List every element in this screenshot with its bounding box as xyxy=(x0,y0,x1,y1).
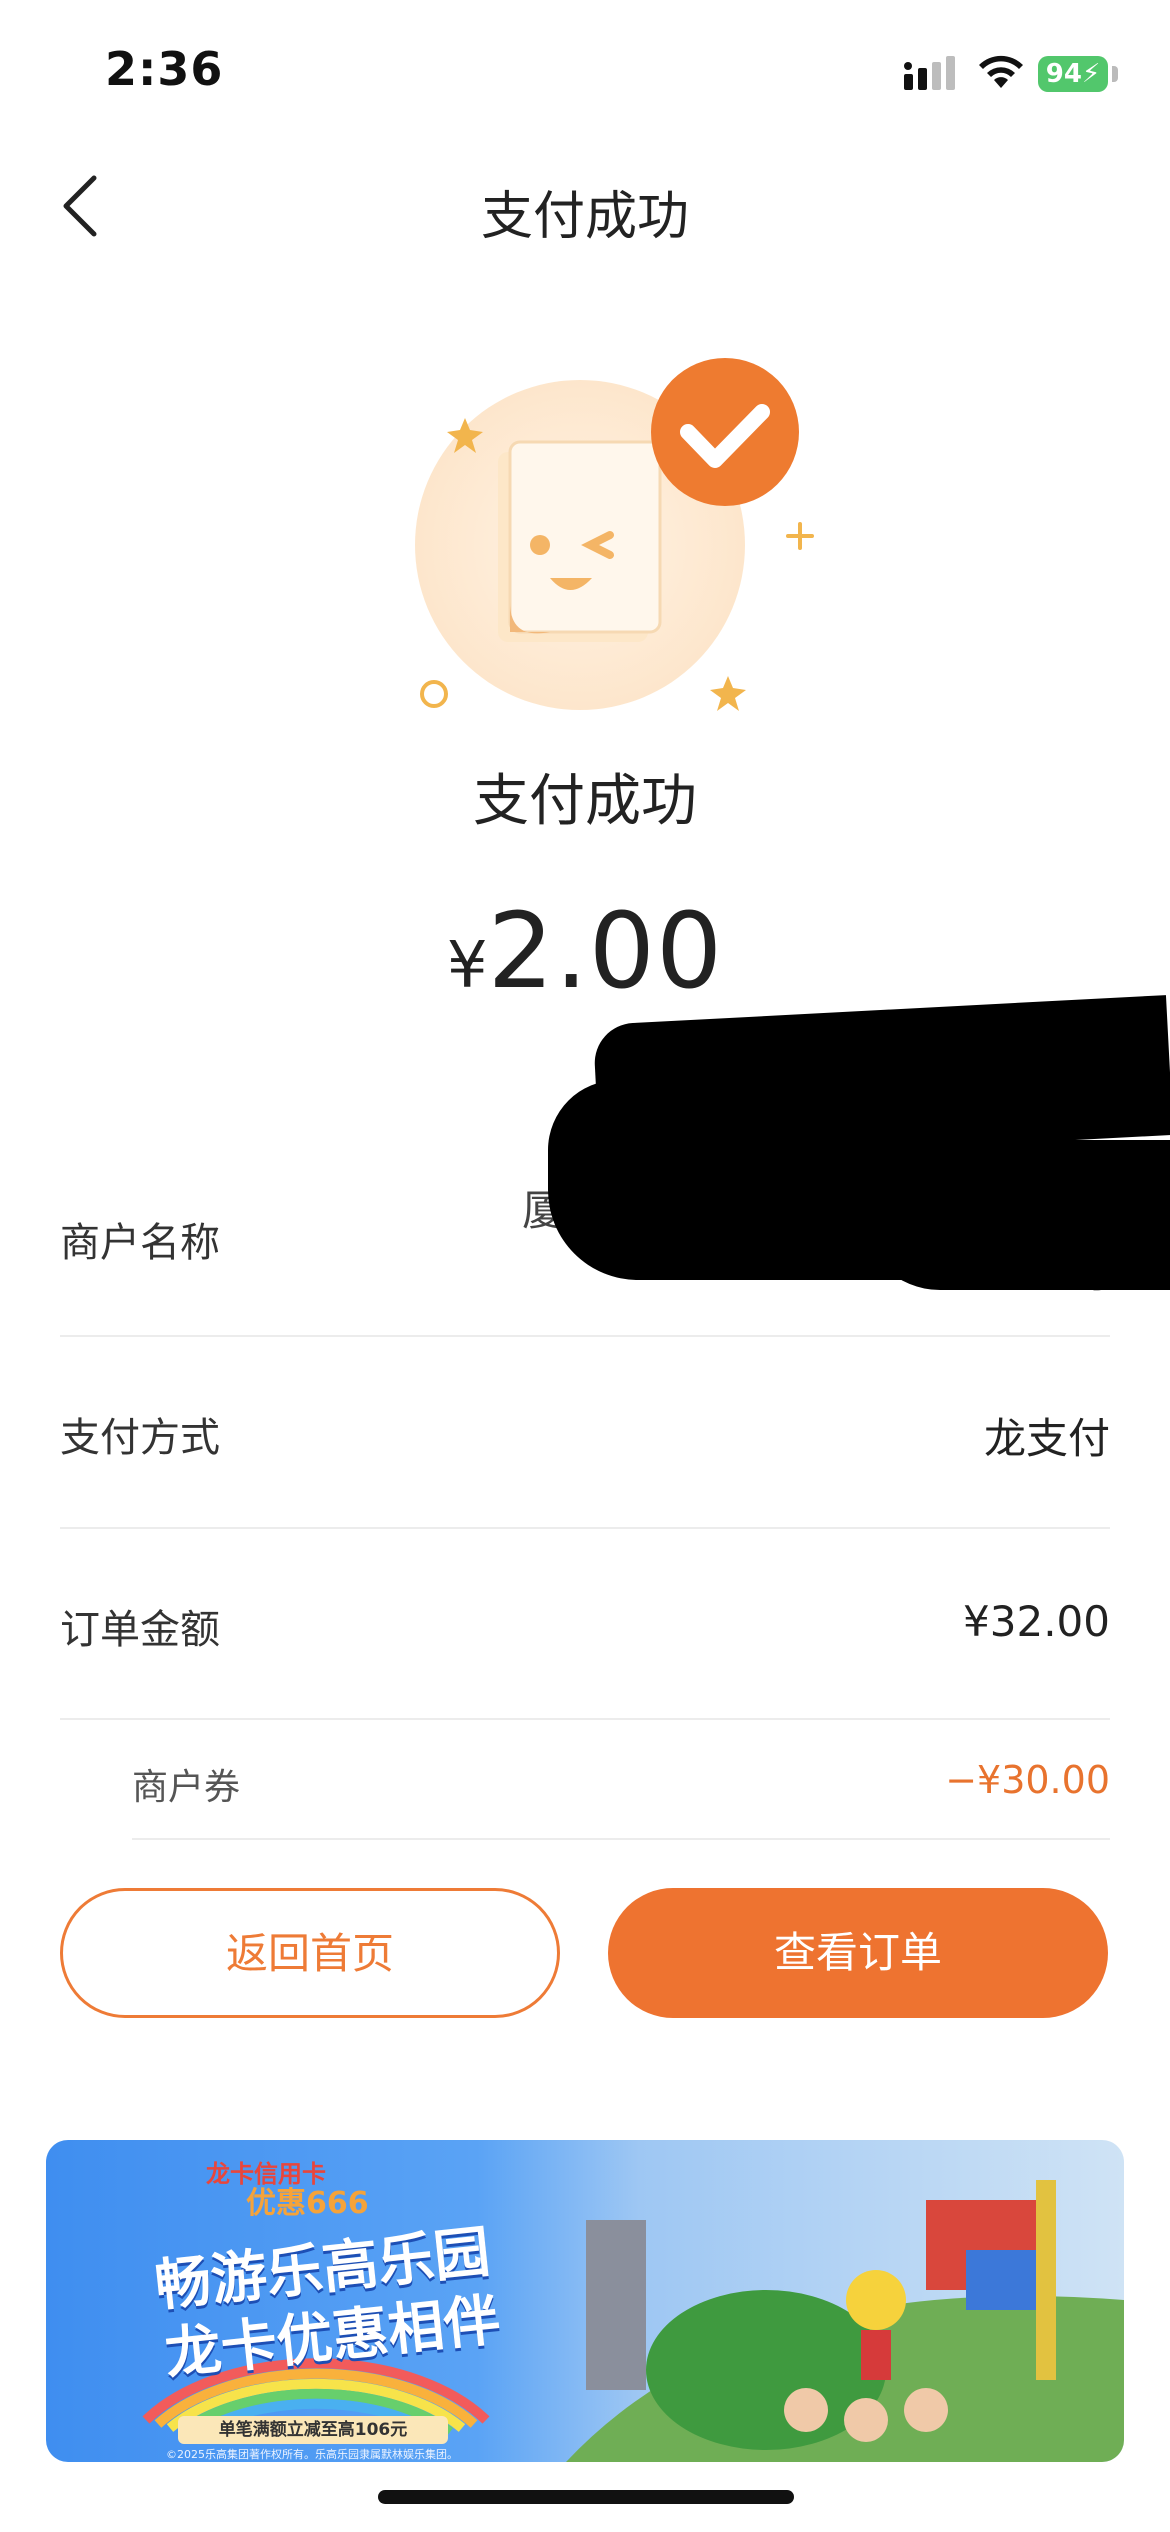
divider xyxy=(132,1838,1110,1840)
success-illustration xyxy=(415,358,814,711)
battery-indicator: 94⚡ xyxy=(1038,56,1108,92)
view-order-button[interactable]: 查看订单 xyxy=(608,1888,1108,2018)
merchant-label: 商户名称 xyxy=(60,1220,220,1266)
payment-method-row: 支付方式 龙支付 xyxy=(60,1405,1110,1465)
promo-banner[interactable]: 龙卡信用卡 优惠666 畅游乐高乐园 龙卡优惠相伴 单笔满额立减至高106元 ©… xyxy=(46,2140,1124,2462)
order-amount-label: 订单金额 xyxy=(60,1607,220,1653)
coupon-row: 商户券 −¥30.00 xyxy=(132,1758,1110,1818)
banner-offer: 单笔满额立减至高106元 xyxy=(178,2416,448,2444)
paid-amount: ¥2.00 xyxy=(0,890,1170,1012)
banner-copyright: ©2025乐高集团著作权所有。乐高乐园隶属默林娱乐集团。 xyxy=(166,2448,458,2461)
back-to-home-button[interactable]: 返回首页 xyxy=(60,1888,560,2018)
order-amount-row: 订单金额 ¥32.00 xyxy=(60,1597,1110,1657)
divider xyxy=(60,1527,1110,1529)
success-title: 支付成功 xyxy=(473,769,697,834)
coupon-value: −¥30.00 xyxy=(945,1758,1110,1802)
status-bar: 2:36 94⚡ xyxy=(0,0,1170,150)
nav-title: 支付成功 xyxy=(480,187,689,247)
banner-offer-text: 单笔满额立减至高106元 xyxy=(218,2420,408,2440)
currency-symbol: ¥ xyxy=(446,929,488,1003)
status-time: 2:36 xyxy=(105,42,224,96)
payment-method-value: 龙支付 xyxy=(983,1414,1110,1463)
cellular-signal-icon xyxy=(904,56,955,90)
order-amount-value: ¥32.00 xyxy=(963,1597,1110,1646)
wifi-icon xyxy=(979,55,1023,88)
banner-tag: 优惠666 xyxy=(246,2186,369,2221)
coupon-label: 商户券 xyxy=(132,1767,241,1808)
battery-level: 94 xyxy=(1045,59,1082,89)
redaction-mask xyxy=(860,1140,1170,1290)
amount-value: 2.00 xyxy=(487,890,724,1012)
battery-cap xyxy=(1112,66,1118,82)
home-indicator xyxy=(378,2490,794,2504)
divider xyxy=(60,1335,1110,1337)
payment-method-label: 支付方式 xyxy=(60,1415,220,1461)
divider xyxy=(60,1718,1110,1720)
